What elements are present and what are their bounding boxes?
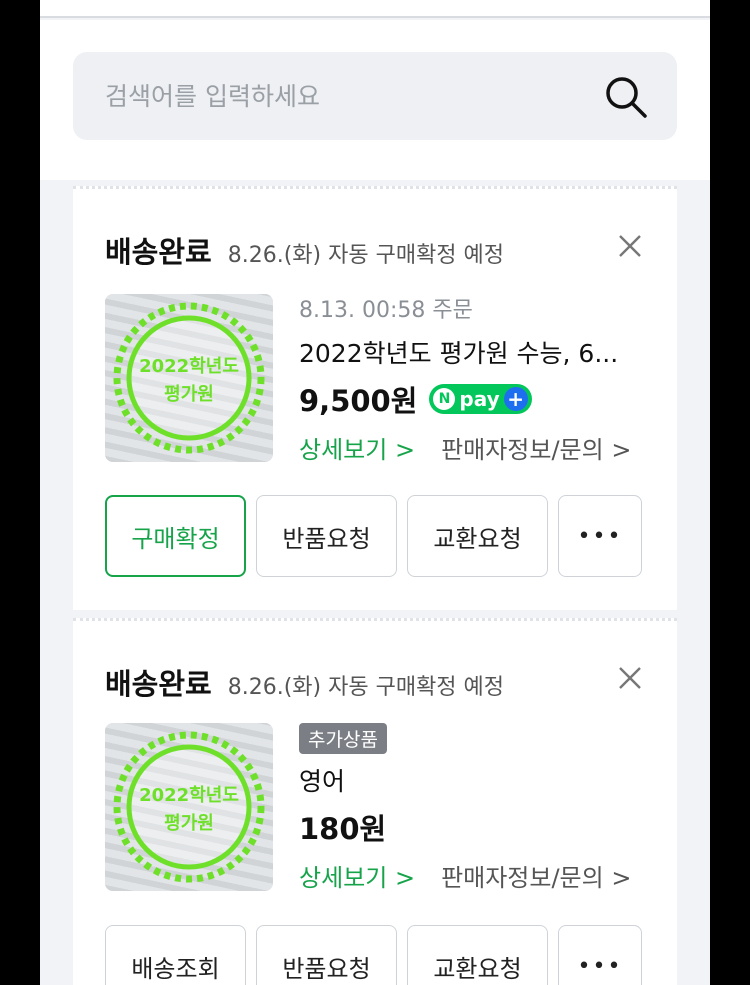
- close-icon[interactable]: [615, 663, 645, 693]
- product-info: 8.13. 00:58 주문 2022학년도 평가원 수능, 6... 9,50…: [299, 292, 631, 465]
- view-detail-link[interactable]: 상세보기 >: [299, 430, 415, 465]
- seller-info-link[interactable]: 판매자정보/문의 >: [441, 430, 631, 465]
- return-request-button[interactable]: 반품요청: [256, 925, 397, 985]
- search-section: [40, 20, 710, 180]
- delivery-status: 배송완료: [105, 667, 212, 701]
- action-buttons: 구매확정 반품요청 교환요청 •••: [105, 495, 642, 577]
- search-box[interactable]: [73, 52, 677, 140]
- npay-n-icon: N: [433, 388, 456, 410]
- status-row: 배송완료 8.26.(화) 자동 구매확정 예정: [105, 661, 504, 703]
- product-name[interactable]: 영어: [299, 762, 631, 798]
- top-bar: [40, 0, 710, 18]
- confirm-purchase-button[interactable]: 구매확정: [105, 495, 246, 577]
- status-row: 배송완료 8.26.(화) 자동 구매확정 예정: [105, 229, 504, 271]
- auto-confirm-note: 8.26.(화) 자동 구매확정 예정: [227, 675, 505, 700]
- auto-confirm-note: 8.26.(화) 자동 구매확정 예정: [227, 243, 505, 268]
- exchange-request-button[interactable]: 교환요청: [407, 925, 548, 985]
- track-delivery-button[interactable]: 배송조회: [105, 925, 246, 985]
- add-on-tag: 추가상품: [299, 723, 387, 754]
- search-input[interactable]: [105, 76, 585, 116]
- seal-line-1: 2022학년도: [139, 355, 239, 377]
- link-row: 상세보기 > 판매자정보/문의 >: [299, 858, 631, 893]
- order-card: 배송완료 8.26.(화) 자동 구매확정 예정 2022학년도 평가원 추가상…: [73, 618, 677, 985]
- product-price: 9,500원: [299, 384, 418, 418]
- product-info: 추가상품 영어 180원 상세보기 > 판매자정보/문의 >: [299, 723, 631, 893]
- npay-label: pay: [459, 387, 500, 411]
- green-seal-badge: 2022학년도 평가원: [113, 302, 265, 454]
- action-buttons: 배송조회 반품요청 교환요청 •••: [105, 925, 642, 985]
- seal-line-2: 평가원: [164, 813, 214, 834]
- product-thumbnail[interactable]: 2022학년도 평가원: [105, 294, 273, 462]
- seal-line-2: 평가원: [164, 384, 214, 405]
- npay-badge: N pay +: [429, 384, 532, 414]
- seal-line-1: 2022학년도: [139, 784, 239, 806]
- close-icon[interactable]: [615, 231, 645, 261]
- green-seal-badge: 2022학년도 평가원: [113, 731, 265, 883]
- exchange-request-button[interactable]: 교환요청: [407, 495, 548, 577]
- product-price: 180원: [299, 812, 387, 846]
- price-row: 9,500원 N pay +: [299, 378, 631, 420]
- price-row: 180원: [299, 806, 631, 848]
- link-row: 상세보기 > 판매자정보/문의 >: [299, 430, 631, 465]
- more-options-button[interactable]: •••: [558, 495, 642, 577]
- product-name[interactable]: 2022학년도 평가원 수능, 6...: [299, 334, 631, 370]
- more-options-button[interactable]: •••: [558, 925, 642, 985]
- return-request-button[interactable]: 반품요청: [256, 495, 397, 577]
- order-card: 배송완료 8.26.(화) 자동 구매확정 예정 2022학년도 평가원 8.1…: [73, 186, 677, 610]
- plus-icon: +: [503, 387, 528, 411]
- product-thumbnail[interactable]: 2022학년도 평가원: [105, 723, 273, 891]
- seller-info-link[interactable]: 판매자정보/문의 >: [441, 858, 631, 893]
- search-icon[interactable]: [603, 74, 649, 120]
- view-detail-link[interactable]: 상세보기 >: [299, 858, 415, 893]
- order-datetime: 8.13. 00:58 주문: [299, 298, 473, 323]
- order-list-screen: 배송완료 8.26.(화) 자동 구매확정 예정 2022학년도 평가원 8.1…: [40, 0, 710, 985]
- delivery-status: 배송완료: [105, 235, 212, 269]
